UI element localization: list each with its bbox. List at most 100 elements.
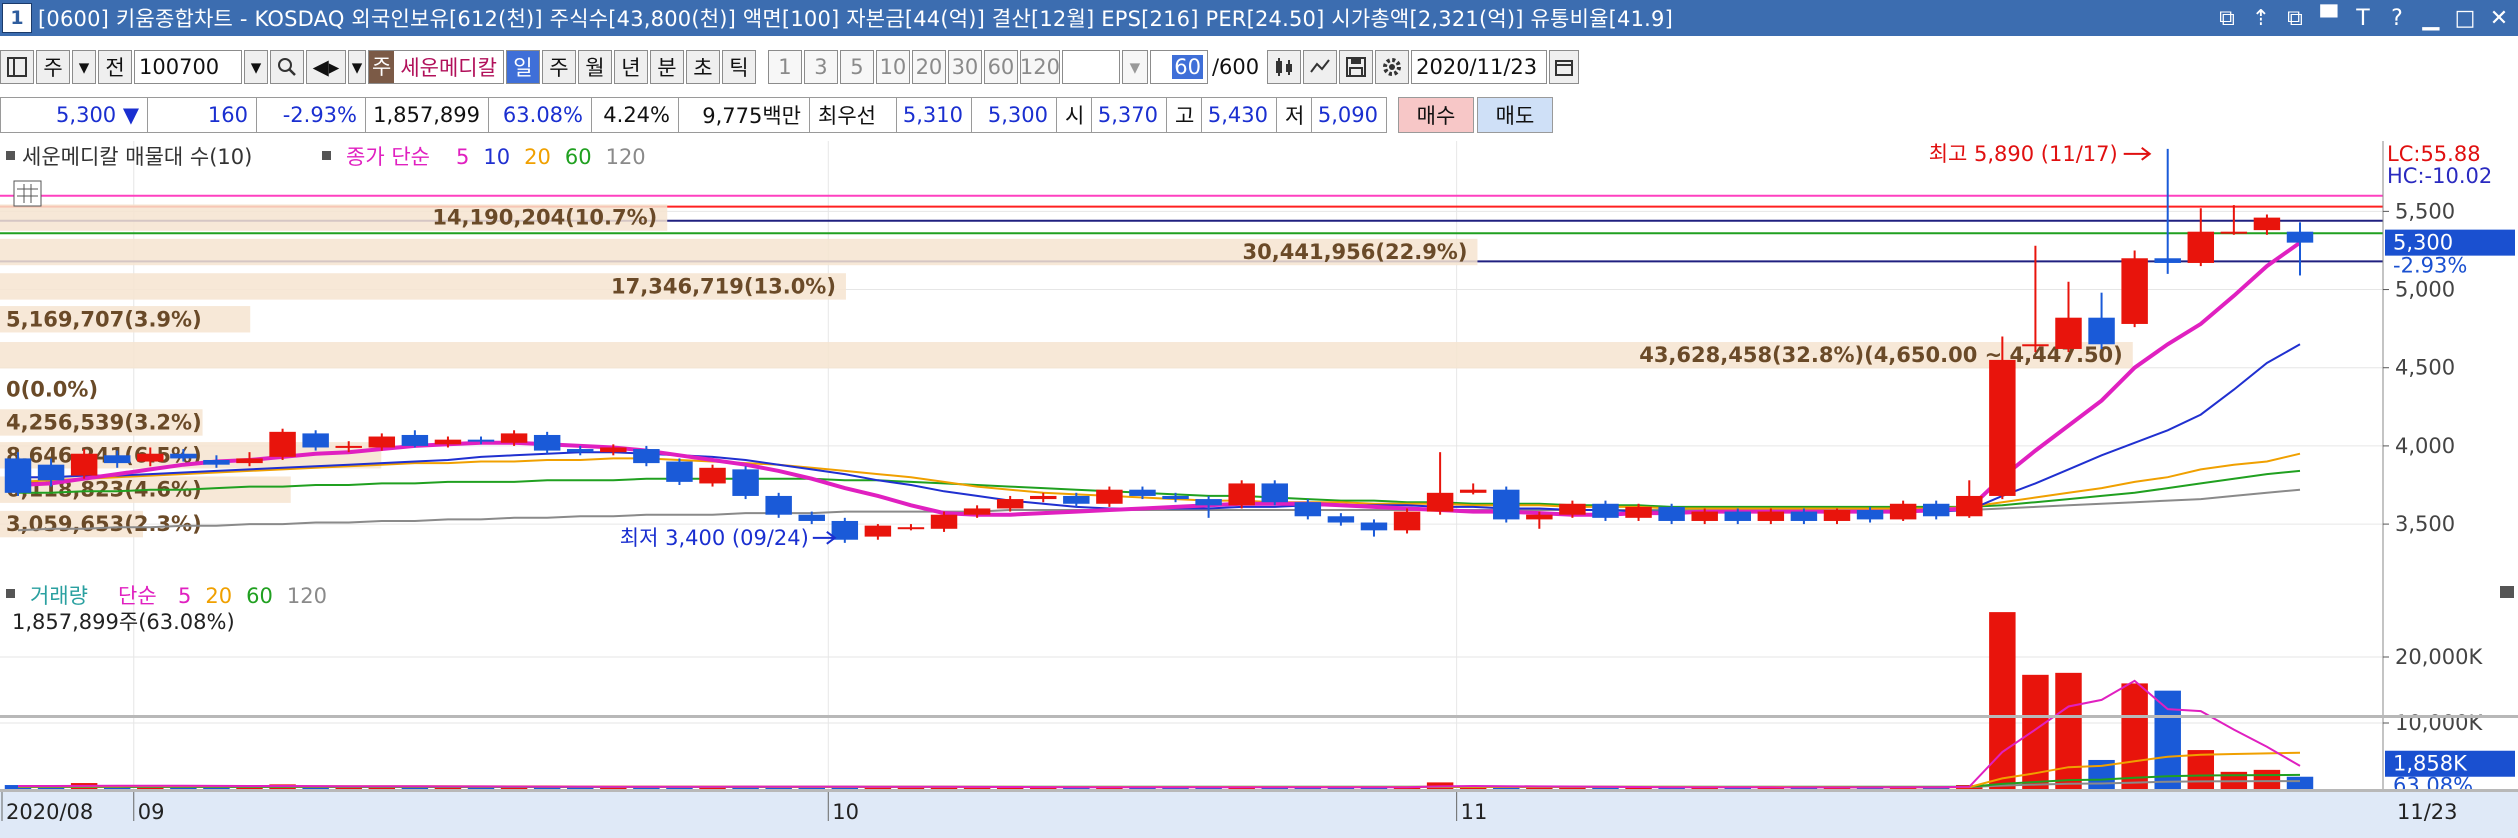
interval-3[interactable]: 3: [803, 50, 838, 84]
candle-body: [864, 525, 892, 537]
volume-bar: [2253, 769, 2281, 789]
speaker-dropdown-icon[interactable]: ▾: [348, 50, 366, 84]
pin-icon[interactable]: ⇡: [2248, 6, 2274, 31]
candle-body: [930, 514, 958, 529]
volume-bar: [2286, 776, 2314, 789]
candle-body: [1493, 489, 1520, 520]
candle-body: [2253, 217, 2281, 231]
candle-body: [302, 433, 329, 448]
prev-button[interactable]: 전: [98, 50, 132, 84]
candle-style-icon[interactable]: [1267, 50, 1302, 84]
interval-60[interactable]: 60: [983, 50, 1018, 84]
period-month[interactable]: 월: [577, 50, 612, 84]
legend-marker-icon: [6, 151, 15, 160]
volume-profile: 14,190,204(10.7%) 30,441,956(22.9%) 17,346…: [0, 204, 2133, 538]
price-tick-label: 3,500: [2395, 512, 2455, 536]
candle-body: [1823, 510, 1851, 521]
help-icon[interactable]: ?: [2384, 6, 2410, 31]
close-icon[interactable]: ✕: [2486, 6, 2512, 31]
gear-icon[interactable]: [1375, 50, 1410, 84]
maximize-icon[interactable]: □: [2452, 6, 2478, 31]
toolbar-toggle-icon[interactable]: ▀: [2316, 6, 2342, 31]
candle-body: [500, 433, 528, 443]
candle-body: [1030, 495, 1057, 500]
interval-dropdown-icon[interactable]: ▾: [1121, 50, 1148, 84]
legend-marker-icon: [322, 151, 331, 160]
candle-body: [1096, 489, 1123, 504]
panel-close-icon[interactable]: [2500, 586, 2514, 598]
open-price: 5,370: [1091, 97, 1167, 133]
ma-legend-label[interactable]: 종가 단순: [346, 145, 430, 169]
low-arrow-icon: [812, 531, 837, 545]
low-price: 5,090: [1311, 97, 1387, 133]
interval-10[interactable]: 10: [875, 50, 910, 84]
volume-ma-label[interactable]: 단순: [118, 584, 157, 608]
ma-period-20: 20: [524, 145, 551, 169]
period-minute[interactable]: 분: [649, 50, 684, 84]
layout-icon[interactable]: [0, 50, 34, 84]
calendar-icon[interactable]: [1549, 50, 1580, 84]
ma-period-60: 60: [565, 145, 592, 169]
candle-body: [236, 458, 263, 464]
quote-bar: 5,300 ▼ 160 -2.93% 1,857,899 63.08% 4.24…: [0, 95, 2518, 135]
link-window-icon[interactable]: ⧉: [2214, 6, 2240, 31]
save-icon[interactable]: [1339, 50, 1374, 84]
candle-body: [1162, 495, 1189, 500]
chart-area[interactable]: 14,190,204(10.7%) 30,441,956(22.9%) 17,346…: [0, 141, 2518, 838]
window-number[interactable]: 1: [2, 3, 32, 33]
volume-ma-period-5: 5: [178, 584, 191, 608]
table-icon[interactable]: [13, 180, 42, 207]
price-value: 5,300: [56, 103, 117, 127]
cascade-icon[interactable]: ⧉: [2282, 6, 2308, 31]
candle-body: [963, 508, 991, 515]
profile-label: 4,256,539(3.2%): [6, 410, 202, 434]
panel-divider[interactable]: [0, 715, 2518, 718]
volume-bar: [2055, 672, 2082, 789]
volume-legend[interactable]: 거래량: [30, 584, 88, 608]
price-tick-label: 5,000: [2395, 278, 2455, 302]
period-year[interactable]: 년: [613, 50, 648, 84]
interval-30[interactable]: 30: [947, 50, 982, 84]
candle-body: [1195, 499, 1222, 506]
candle-body: [765, 495, 792, 515]
sell-button[interactable]: 매도: [1477, 97, 1553, 133]
buy-button[interactable]: 매수: [1398, 97, 1474, 133]
period-week[interactable]: 주: [541, 50, 576, 84]
volume-bar: [2154, 690, 2181, 789]
speaker-icon[interactable]: ◀▸: [306, 50, 346, 84]
volume-moving-averages: [17, 679, 2301, 789]
font-size-icon[interactable]: T: [2350, 6, 2376, 31]
interval-1[interactable]: 1: [767, 50, 802, 84]
volume-ma-periods: 5 20 60 120: [178, 584, 327, 608]
candle-body: [1360, 522, 1388, 531]
legend-marker-icon: [6, 589, 15, 598]
minimize-icon[interactable]: ▁: [2418, 6, 2444, 31]
interval-120[interactable]: 120: [1020, 50, 1060, 84]
period-day[interactable]: 일: [505, 50, 540, 84]
period-second[interactable]: 초: [685, 50, 720, 84]
ma-period-5: 5: [456, 145, 469, 169]
period-tick[interactable]: 틱: [721, 50, 756, 84]
custom-interval-input[interactable]: [1061, 50, 1120, 84]
candle-body: [103, 455, 131, 464]
stock-code-input[interactable]: 100700: [134, 50, 242, 84]
volume-ma-period-20: 20: [205, 584, 232, 608]
interval-20[interactable]: 20: [911, 50, 946, 84]
search-icon[interactable]: [270, 50, 304, 84]
date-input[interactable]: 2020/11/23: [1411, 50, 1548, 84]
draw-line-icon[interactable]: [1303, 50, 1338, 84]
profile-label: 30,441,956(22.9%): [1243, 240, 1468, 264]
candle-body: [1691, 511, 1718, 521]
candle-body: [2121, 258, 2148, 324]
volume-current-label: 1,857,899주(63.08%): [12, 610, 235, 634]
candle-body: [2187, 231, 2215, 263]
code-dropdown-icon[interactable]: ▾: [244, 50, 268, 84]
interval-5[interactable]: 5: [839, 50, 874, 84]
period-select[interactable]: 주: [36, 50, 70, 84]
profile-legend[interactable]: 세운메디칼 매물대 수(10): [22, 145, 252, 169]
count-input[interactable]: 60: [1149, 50, 1208, 84]
period-dropdown-icon[interactable]: ▾: [72, 50, 96, 84]
candle-body: [368, 436, 396, 448]
current-price: 5,300 ▼: [0, 97, 148, 133]
profile-label: 17,346,719(13.0%): [611, 274, 836, 298]
